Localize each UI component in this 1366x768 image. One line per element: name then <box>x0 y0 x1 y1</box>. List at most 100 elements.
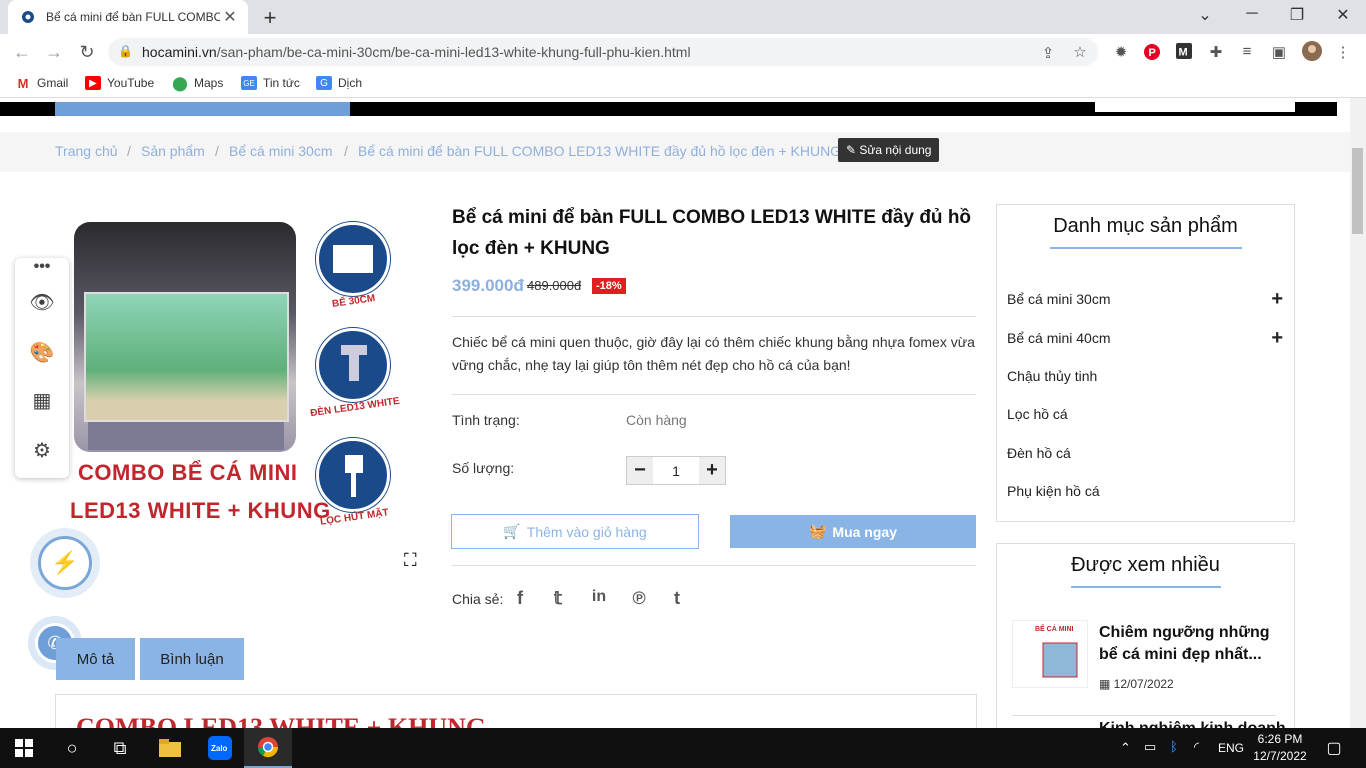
category-item[interactable]: Chậu thủy tinh <box>1007 368 1283 384</box>
title-underline <box>997 586 1294 588</box>
post-thumbnail[interactable]: BỂ CÁ MINI <box>1012 620 1088 688</box>
messenger-icon: ⚡ <box>38 536 92 590</box>
basket-icon: 🧺 <box>808 523 827 539</box>
pinterest-extension-icon[interactable]: P <box>1142 43 1162 65</box>
notifications-icon[interactable]: ▢ <box>1310 728 1358 768</box>
bookmark-youtube[interactable]: ▶ YouTube <box>85 76 154 90</box>
m-extension-icon[interactable]: M <box>1174 43 1194 63</box>
expand-plus-icon[interactable]: + <box>1271 289 1283 309</box>
file-explorer-icon[interactable] <box>146 728 194 768</box>
tank-icon <box>316 222 390 296</box>
close-tab-icon[interactable]: ✕ <box>220 7 240 27</box>
category-label: Đèn hồ cá <box>1007 445 1071 461</box>
fullscreen-icon[interactable]: ⛶ <box>404 550 417 571</box>
battery-icon[interactable]: ▭ <box>1144 739 1156 755</box>
category-item[interactable]: Phụ kiện hồ cá <box>1007 483 1283 499</box>
minimize-icon[interactable]: ─ <box>1237 5 1267 23</box>
expand-plus-icon[interactable]: + <box>1271 328 1283 348</box>
date-text: 12/07/2022 <box>1113 677 1174 691</box>
title-underline <box>997 247 1294 249</box>
increase-quantity-button[interactable]: + <box>699 457 725 484</box>
edit-content-button[interactable]: ✎ Sửa nội dung <box>838 138 940 162</box>
palette-icon[interactable]: 🎨 <box>15 340 69 365</box>
edit-icon: ✎ <box>846 143 860 157</box>
popular-post-title[interactable]: Chiêm ngưỡng những bể cá mini đẹp nhất..… <box>1099 622 1279 666</box>
breadcrumb-category[interactable]: Bể cá mini 30cm <box>229 143 332 159</box>
close-window-icon[interactable]: ✕ <box>1328 5 1358 25</box>
more-dots-icon[interactable]: ••• <box>15 258 69 276</box>
add-to-cart-button[interactable]: 🛒 Thêm vào giỏ hàng <box>451 514 699 549</box>
category-item[interactable]: Bể cá mini 30cm + <box>1007 289 1283 309</box>
decrease-quantity-button[interactable]: − <box>627 457 653 484</box>
product-image[interactable]: BỂ 30CM ĐÈN LED13 WHITE LỌC HÚT MẶT COMB… <box>60 216 410 531</box>
reading-list-icon[interactable]: ≡ <box>1237 43 1257 60</box>
new-tab-icon[interactable]: + <box>259 5 281 31</box>
breadcrumb-products[interactable]: Sản phẩm <box>141 143 205 159</box>
task-view-icon[interactable]: ⧉ <box>96 728 144 768</box>
category-label: Chậu thủy tinh <box>1007 368 1098 384</box>
grid-icon[interactable]: ▦ <box>15 388 69 413</box>
language-indicator[interactable]: ENG <box>1218 741 1244 755</box>
buy-now-button[interactable]: 🧺 Mua ngay <box>730 515 976 548</box>
bookmark-star-icon[interactable]: ☆ <box>1070 43 1090 61</box>
settings-gears-icon[interactable]: ⚙ <box>15 438 69 463</box>
breadcrumb-separator: / <box>127 143 131 159</box>
bookmark-gmail[interactable]: M Gmail <box>15 75 69 91</box>
linkedin-icon[interactable]: in <box>588 588 610 606</box>
profile-avatar[interactable] <box>1302 41 1322 65</box>
browser-tab[interactable]: Bể cá mini để bàn FULL COMBO LED13 ✕ <box>8 0 248 34</box>
status-value: Còn hàng <box>626 412 687 428</box>
zalo-icon[interactable]: Zalo <box>196 728 244 768</box>
chrome-icon[interactable] <box>244 728 292 768</box>
pinterest-icon[interactable]: ℗ <box>628 588 650 609</box>
address-bar[interactable]: 🔒 hocamini.vn/san-pham/be-ca-mini-30cm/b… <box>108 38 1098 66</box>
share-page-icon[interactable]: ⇪ <box>1038 44 1058 62</box>
header-search-box[interactable] <box>1095 102 1295 112</box>
clock-date: 12/7/2022 <box>1253 749 1307 763</box>
extension-gear-icon[interactable]: ✹ <box>1111 43 1131 61</box>
bookmark-translate[interactable]: G Dịch <box>316 76 362 90</box>
facebook-icon[interactable]: f <box>509 588 531 609</box>
bookmark-news[interactable]: GE Tin tức <box>241 76 300 90</box>
bookmark-maps[interactable]: ⬤ Maps <box>172 74 224 91</box>
svg-text:M: M <box>1179 47 1188 59</box>
eye-icon[interactable]: 👁 <box>15 290 69 315</box>
tab-comments[interactable]: Bình luận <box>140 638 244 680</box>
side-panel-icon[interactable]: ▣ <box>1269 43 1289 61</box>
tumblr-icon[interactable]: t <box>666 588 688 609</box>
menu-kebab-icon[interactable]: ⋮ <box>1333 43 1353 61</box>
tank-label: BỂ 30CM <box>331 293 376 310</box>
bookmarks-bar: M Gmail ▶ YouTube ⬤ Maps GE Tin tức G Dịch <box>0 70 1366 98</box>
extensions-puzzle-icon[interactable]: ✚ <box>1206 43 1226 61</box>
maximize-icon[interactable]: ❐ <box>1282 5 1312 25</box>
messenger-chat-button[interactable]: ⚡ <box>30 528 100 598</box>
scrollbar-thumb[interactable] <box>1352 148 1363 234</box>
windows-start-icon[interactable] <box>0 728 48 768</box>
bluetooth-icon[interactable]: ᛒ <box>1170 739 1178 754</box>
page-scrollbar[interactable] <box>1350 98 1366 728</box>
tab-search-icon[interactable]: ⌄ <box>1190 5 1220 25</box>
back-icon[interactable]: ← <box>11 42 33 63</box>
header-nav-active <box>55 102 350 116</box>
popular-post-title[interactable]: Kinh nghiệm kinh doanh <box>1099 720 1286 728</box>
tab-description[interactable]: Mô tả <box>56 638 135 680</box>
bookmark-label: Maps <box>194 76 224 90</box>
forward-icon[interactable]: → <box>43 42 65 63</box>
clock-time: 6:26 PM <box>1257 732 1303 746</box>
breadcrumb-separator: / <box>215 143 219 159</box>
quantity-input[interactable]: 1 <box>653 457 699 484</box>
chevron-up-icon[interactable]: ⌃ <box>1120 740 1131 756</box>
category-item[interactable]: Đèn hồ cá <box>1007 445 1283 461</box>
category-item[interactable]: Lọc hồ cá <box>1007 406 1283 422</box>
breadcrumb-home[interactable]: Trang chủ <box>55 143 118 159</box>
category-item[interactable]: Bể cá mini 40cm + <box>1007 328 1283 348</box>
search-circle-icon[interactable]: ○ <box>48 728 96 768</box>
add-to-cart-label: Thêm vào giỏ hàng <box>526 523 647 540</box>
wifi-icon[interactable]: ◜ <box>1194 739 1199 755</box>
divider <box>1012 715 1276 716</box>
maps-pin-icon: ⬤ <box>172 74 188 91</box>
twitter-icon[interactable]: 𝕥 <box>547 588 569 609</box>
reload-icon[interactable]: ↻ <box>76 42 98 63</box>
gmail-icon: M <box>17 75 29 91</box>
clock[interactable]: 6:26 PM 12/7/2022 <box>1250 731 1310 765</box>
